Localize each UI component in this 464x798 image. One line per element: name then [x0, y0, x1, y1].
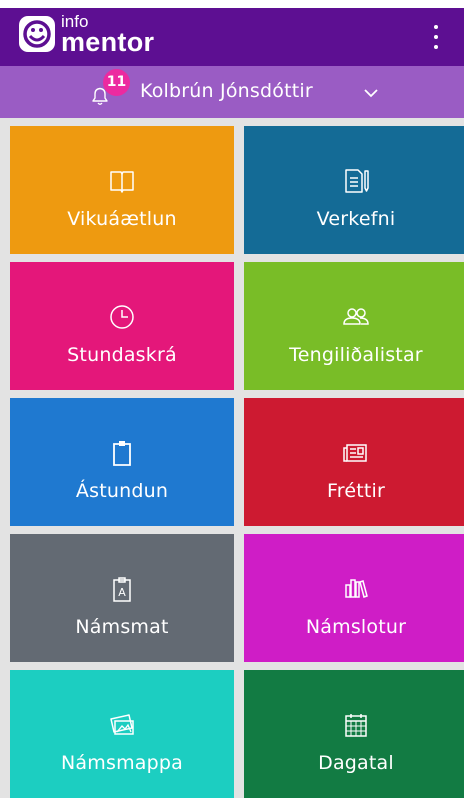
smiley-logo-icon: [19, 16, 55, 52]
tile-verkefni[interactable]: Verkefni: [244, 126, 464, 254]
menu-dot-icon: [434, 35, 438, 39]
notification-badge[interactable]: 11: [103, 69, 130, 96]
tile-astundun[interactable]: Ástundun: [10, 398, 234, 526]
module-grid: Vikuáætlun Verkefni Stundaskrá Tengiliða…: [0, 118, 464, 798]
user-selector-bar[interactable]: 11 Kolbrún Jónsdóttir: [0, 66, 464, 118]
tile-label: Námsmat: [75, 616, 169, 638]
menu-dot-icon: [434, 45, 438, 49]
user-name[interactable]: Kolbrún Jónsdóttir: [140, 80, 313, 102]
overflow-menu-button[interactable]: [428, 22, 444, 52]
tile-label: Dagatal: [318, 752, 394, 774]
tile-label: Námslotur: [305, 616, 407, 638]
svg-text:A: A: [118, 586, 126, 599]
tile-label: Stundaskrá: [67, 344, 177, 366]
calendar-icon: [345, 714, 367, 737]
chevron-down-icon[interactable]: [363, 88, 379, 98]
tile-stundaskra[interactable]: Stundaskrá: [10, 262, 234, 390]
tile-label: Verkefni: [316, 208, 396, 230]
status-bar: [0, 0, 464, 8]
tile-frettir[interactable]: Fréttir: [244, 398, 464, 526]
tile-label: Fréttir: [326, 480, 386, 502]
photos-icon: [110, 714, 134, 735]
logo-text-mentor: mentor: [61, 27, 155, 57]
tile-vikuaaetlun[interactable]: Vikuáætlun: [10, 126, 234, 254]
grade-clipboard-icon: A: [113, 577, 131, 602]
document-pen-icon: [345, 169, 369, 193]
tile-namsmat[interactable]: A Námsmat: [10, 534, 234, 662]
contacts-icon: [343, 308, 369, 325]
tile-dagatal[interactable]: Dagatal: [244, 670, 464, 798]
tile-label: Ástundun: [75, 480, 169, 502]
newspaper-icon: [343, 444, 367, 462]
clock-icon: [110, 305, 134, 329]
tile-label: Tengiliðalistar: [289, 344, 423, 366]
tile-tengilidalistar[interactable]: Tengiliðalistar: [244, 262, 464, 390]
books-icon: [345, 579, 368, 598]
tile-namslotur[interactable]: Námslotur: [244, 534, 464, 662]
infomentor-logo[interactable]: info mentor: [13, 12, 183, 62]
tile-label: Námsmappa: [61, 752, 183, 774]
menu-dot-icon: [434, 25, 438, 29]
app-bar: info mentor: [0, 8, 464, 66]
clipboard-icon: [113, 441, 131, 466]
tile-label: Vikuáætlun: [67, 208, 177, 230]
tile-namsmappa[interactable]: Námsmappa: [10, 670, 234, 798]
book-icon: [110, 171, 134, 193]
